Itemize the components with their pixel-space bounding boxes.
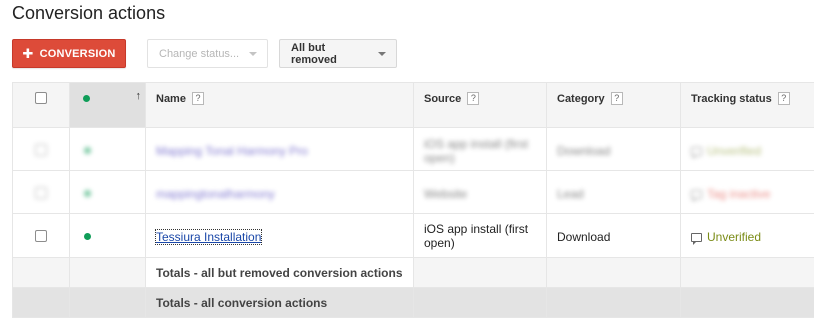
row-category-cell: Download — [546, 127, 681, 171]
totals-empty-cell — [680, 257, 814, 288]
totals-filtered-row: Totals - all but removed conversion acti… — [12, 257, 814, 288]
help-icon[interactable]: ? — [467, 92, 480, 105]
change-status-dropdown[interactable]: Change status... — [147, 39, 268, 68]
source-text: Website — [424, 187, 468, 201]
conversion-name-link[interactable]: Mapping Tonal Harmony Pro — [156, 144, 308, 158]
comment-bubble-icon[interactable] — [691, 232, 702, 245]
row-source-cell: iOS app install (first open) — [413, 213, 547, 258]
comment-bubble-icon[interactable] — [691, 146, 702, 159]
tracking-status: Unverified — [691, 230, 762, 245]
row-tracking-cell: Unverified — [680, 213, 814, 258]
row-name-cell: mappingtonalharmony — [145, 170, 414, 214]
row-status-cell — [69, 170, 146, 214]
table-row: Mapping Tonal Harmony Pro iOS app instal… — [12, 127, 814, 171]
category-header-label: Category — [557, 93, 605, 105]
row-category-cell: Lead — [546, 170, 681, 214]
row-status-cell — [69, 127, 146, 171]
status-filter-label: All but removed — [291, 41, 337, 66]
totals-empty-cell — [413, 257, 547, 288]
toolbar: ✚ CONVERSION Change status... All but re… — [12, 39, 397, 68]
totals-empty-cell — [413, 287, 547, 318]
select-all-header — [12, 82, 70, 128]
enabled-dot-icon[interactable] — [84, 233, 91, 240]
row-checkbox[interactable] — [35, 187, 47, 199]
enabled-dot-icon[interactable] — [84, 147, 91, 154]
totals-empty-cell — [12, 287, 70, 318]
source-text: iOS app install (first open) — [424, 222, 529, 250]
totals-empty-cell — [69, 257, 146, 288]
conversion-actions-table: ↑ Name ? Source ? Category ? Tracking st… — [12, 82, 814, 318]
table-header-row: ↑ Name ? Source ? Category ? Tracking st… — [12, 82, 814, 128]
help-icon[interactable]: ? — [777, 92, 790, 105]
page-title: Conversion actions — [12, 3, 166, 23]
row-status-cell — [69, 213, 146, 258]
chevron-down-icon — [249, 51, 257, 56]
tracking-status-text: Unverified — [707, 230, 762, 244]
category-column-header[interactable]: Category ? — [546, 82, 681, 128]
tracking-column-header[interactable]: Tracking status ? — [680, 82, 814, 128]
totals-empty-cell — [12, 257, 70, 288]
row-category-cell: Download — [546, 213, 681, 258]
select-all-checkbox[interactable] — [35, 92, 47, 104]
conversion-name-link[interactable]: Tessiura Installation — [154, 229, 263, 245]
row-source-cell: iOS app install (first open) — [413, 127, 547, 171]
row-checkbox[interactable] — [35, 144, 47, 156]
row-source-cell: Website — [413, 170, 547, 214]
help-icon[interactable]: ? — [192, 92, 205, 105]
row-checkbox-cell — [12, 170, 70, 214]
tracking-status-text: Unverified — [707, 144, 762, 158]
comment-bubble-icon[interactable] — [691, 189, 702, 202]
totals-all-label: Totals - all conversion actions — [145, 287, 414, 318]
category-text: Download — [557, 144, 611, 158]
row-tracking-cell: Unverified — [680, 127, 814, 171]
totals-empty-cell — [680, 287, 814, 318]
plus-icon: ✚ — [22, 46, 34, 61]
enabled-dot-icon[interactable] — [84, 190, 91, 197]
row-checkbox[interactable] — [35, 230, 47, 242]
help-icon[interactable]: ? — [610, 92, 623, 105]
row-tracking-cell: Tag inactive — [680, 170, 814, 214]
status-dot-icon — [83, 95, 90, 102]
table-row: mappingtonalharmony Website Lead Tag ina… — [12, 170, 814, 214]
status-column-header[interactable]: ↑ — [69, 82, 146, 128]
status-filter-dropdown[interactable]: All but removed — [279, 39, 397, 68]
change-status-label: Change status... — [159, 47, 240, 60]
category-text: Download — [557, 230, 611, 244]
conversion-name-link[interactable]: mappingtonalharmony — [156, 187, 275, 201]
tracking-header-label: Tracking status — [691, 93, 772, 105]
table-row: Tessiura Installation iOS app install (f… — [12, 213, 814, 258]
row-name-cell: Tessiura Installation — [145, 213, 414, 258]
source-text: iOS app install (first open) — [424, 137, 529, 165]
source-header-label: Source — [424, 93, 462, 105]
tracking-status-text: Tag inactive — [707, 187, 771, 201]
totals-filtered-label: Totals - all but removed conversion acti… — [145, 257, 414, 288]
add-conversion-button[interactable]: ✚ CONVERSION — [12, 39, 126, 68]
name-header-label: Name — [156, 93, 186, 105]
add-conversion-label: CONVERSION — [39, 47, 116, 60]
tracking-status: Unverified — [691, 144, 762, 159]
totals-empty-cell — [69, 287, 146, 318]
source-column-header[interactable]: Source ? — [413, 82, 547, 128]
totals-empty-cell — [546, 257, 681, 288]
row-name-cell: Mapping Tonal Harmony Pro — [145, 127, 414, 171]
name-column-header[interactable]: Name ? — [145, 82, 414, 128]
tracking-status: Tag inactive — [691, 187, 771, 202]
chevron-down-icon — [378, 51, 386, 56]
row-checkbox-cell — [12, 127, 70, 171]
totals-all-row: Totals - all conversion actions — [12, 287, 814, 318]
totals-empty-cell — [546, 287, 681, 318]
conversion-actions-page: Conversion actions ✚ CONVERSION Change s… — [0, 0, 814, 320]
sort-ascending-icon: ↑ — [135, 90, 142, 102]
category-text: Lead — [557, 187, 584, 201]
row-checkbox-cell — [12, 213, 70, 258]
